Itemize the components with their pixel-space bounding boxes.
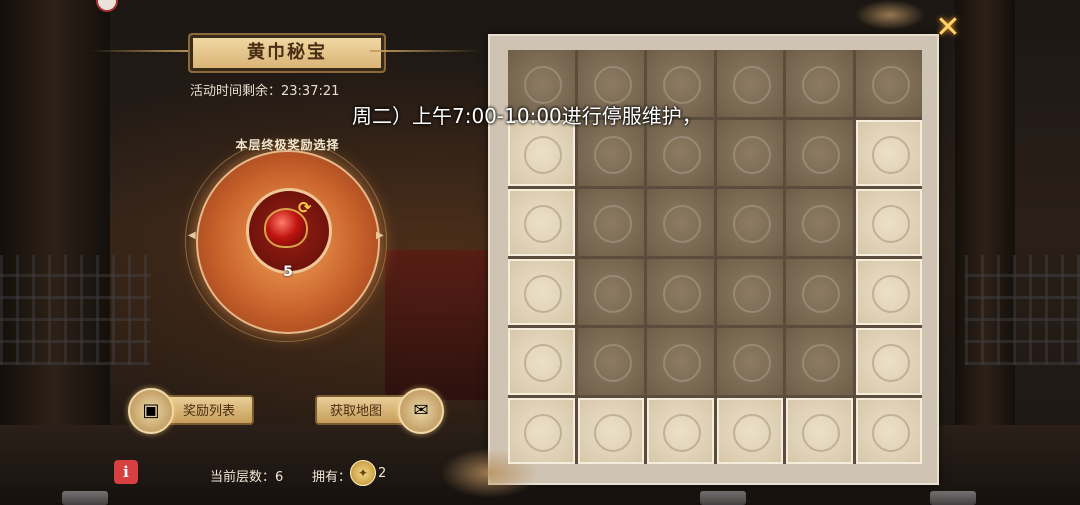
tile-emblem-icon [524, 413, 563, 452]
board-tile[interactable] [716, 258, 783, 325]
own-label: 拥有： [312, 470, 352, 485]
maintenance-notice: 周二）上午7:00-10:00进行停服维护， [352, 104, 702, 128]
tile-emblem-icon [871, 205, 910, 244]
board-tile[interactable] [716, 328, 783, 395]
bottom-decoration [62, 491, 108, 505]
map-token-icon: ✦ [350, 460, 376, 486]
board-tile[interactable] [647, 328, 714, 395]
board-tile[interactable] [577, 189, 644, 256]
tile-emblem-icon [524, 344, 563, 383]
title-line-left [90, 50, 200, 52]
board-tile[interactable] [577, 258, 644, 325]
board-tile[interactable] [855, 258, 922, 325]
tile-emblem-icon [732, 344, 771, 383]
tile-emblem-icon [802, 344, 841, 383]
background-lattice-right [965, 255, 1080, 365]
tile-emblem-icon [802, 274, 841, 313]
tile-emblem-icon [871, 274, 910, 313]
board-tile[interactable] [577, 119, 644, 186]
board-tile[interactable] [508, 328, 575, 395]
board-tile[interactable] [647, 397, 714, 464]
ring-arrow-left-icon: ◀ [188, 230, 196, 241]
background-red-stairs [385, 250, 495, 400]
board-tile[interactable] [855, 50, 922, 117]
board-tile[interactable] [786, 258, 853, 325]
board-tile[interactable] [716, 119, 783, 186]
tile-emblem-icon [732, 413, 771, 452]
tile-emblem-icon [663, 66, 702, 105]
tile-emblem-icon [871, 344, 910, 383]
tile-emblem-icon [802, 205, 841, 244]
board-tile[interactable] [577, 397, 644, 464]
tile-emblem-icon [593, 135, 632, 174]
board-tile[interactable] [716, 50, 783, 117]
own-value: 2 [378, 466, 387, 481]
tile-emblem-icon [524, 205, 563, 244]
tile-emblem-icon [593, 66, 632, 105]
title-banner-wrap: 黄巾秘宝 [90, 33, 480, 73]
tile-emblem-icon [524, 66, 563, 105]
tile-emblem-icon [802, 66, 841, 105]
page-title: 黄巾秘宝 [188, 33, 386, 73]
board-tile[interactable] [786, 50, 853, 117]
get-map-label: 获取地图 [329, 404, 382, 419]
tile-emblem-icon [663, 413, 702, 452]
tile-emblem-icon [663, 135, 702, 174]
tile-emblem-icon [732, 205, 771, 244]
tile-emblem-icon [732, 66, 771, 105]
tile-emblem-icon [802, 413, 841, 452]
board-tile[interactable] [508, 119, 575, 186]
reward-item-count: 5 [283, 264, 293, 280]
cloud-decoration [855, 0, 925, 30]
reward-selection-label: 本层终极奖励选择 [235, 138, 340, 152]
map-scroll-icon[interactable]: ✉ [398, 388, 444, 434]
tile-emblem-icon [802, 135, 841, 174]
bottom-decoration [930, 491, 976, 505]
tile-emblem-icon [732, 135, 771, 174]
tile-emblem-icon [593, 274, 632, 313]
tile-emblem-icon [871, 135, 910, 174]
tile-emblem-icon [593, 205, 632, 244]
board-tile[interactable] [577, 328, 644, 395]
activity-timer: 活动时间剩余：23:37:21 [190, 84, 340, 99]
background-lattice-left [0, 255, 150, 365]
info-icon[interactable]: i [114, 460, 138, 484]
close-icon[interactable]: ✕ [928, 8, 968, 48]
tile-emblem-icon [663, 274, 702, 313]
tile-emblem-icon [663, 344, 702, 383]
tile-emblem-icon [871, 413, 910, 452]
tile-emblem-icon [524, 135, 563, 174]
title-line-right [370, 50, 480, 52]
tile-emblem-icon [593, 344, 632, 383]
board-tile[interactable] [855, 119, 922, 186]
board-tile[interactable] [786, 328, 853, 395]
bottom-decoration [700, 491, 746, 505]
tile-emblem-icon [871, 66, 910, 105]
board-tile[interactable] [786, 397, 853, 464]
board-tile[interactable] [508, 189, 575, 256]
board-tile[interactable] [855, 189, 922, 256]
current-layer-text: 当前层数：6 [210, 470, 284, 485]
board-tile[interactable] [716, 397, 783, 464]
board-tile[interactable] [786, 189, 853, 256]
board-tile[interactable] [647, 258, 714, 325]
treasure-chest-icon[interactable]: ▣ [128, 388, 174, 434]
board-tile[interactable] [786, 119, 853, 186]
board-tile[interactable] [855, 328, 922, 395]
reward-list-label: 奖励列表 [182, 404, 235, 419]
tile-emblem-icon [593, 413, 632, 452]
board-tile[interactable] [855, 397, 922, 464]
tile-emblem-icon [663, 205, 702, 244]
tile-emblem-icon [524, 274, 563, 313]
ring-arrow-right-icon: ▶ [376, 230, 384, 241]
board-tile[interactable] [647, 119, 714, 186]
board-tile[interactable] [508, 258, 575, 325]
get-map-button[interactable]: 获取地图 [315, 395, 411, 425]
board-tile[interactable] [716, 189, 783, 256]
board-tile[interactable] [508, 397, 575, 464]
board-tile[interactable] [647, 189, 714, 256]
refresh-icon[interactable]: ⟳ [298, 198, 311, 217]
tile-emblem-icon [732, 274, 771, 313]
